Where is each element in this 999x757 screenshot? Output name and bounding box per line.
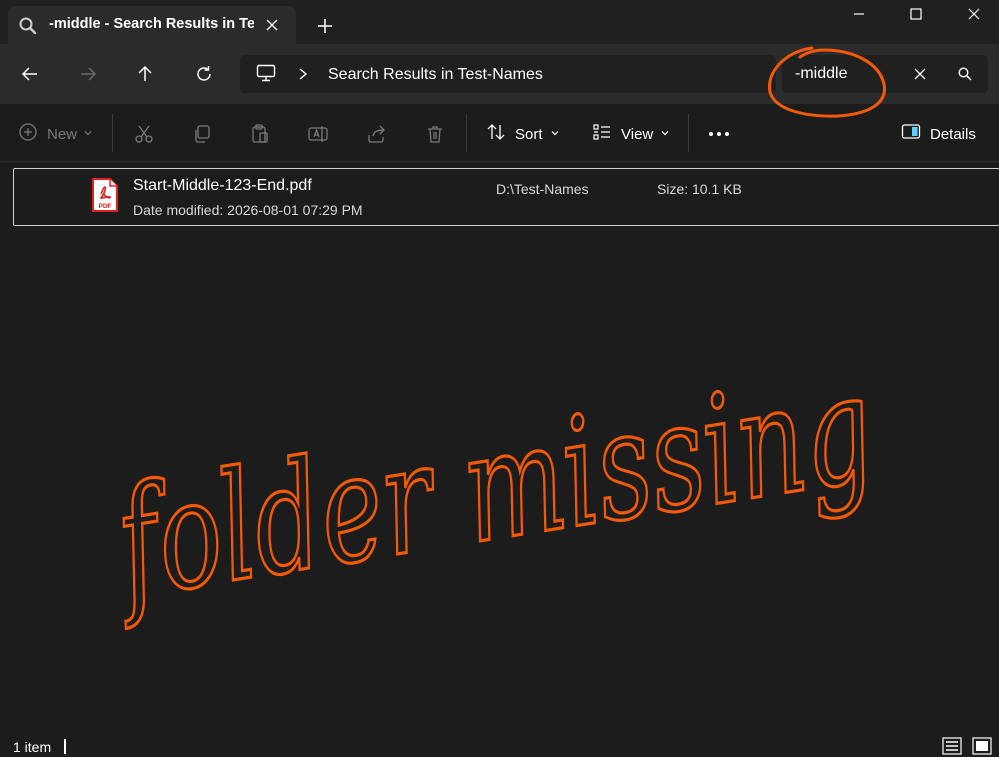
details-pane-icon xyxy=(901,123,921,146)
details-button[interactable]: Details xyxy=(901,122,976,146)
new-button-label: New xyxy=(47,125,78,143)
tab-search-results[interactable]: -middle - Search Results in Test-Names xyxy=(8,6,296,44)
sort-button-label: Sort xyxy=(515,125,543,143)
chevron-down-icon xyxy=(550,125,560,143)
file-row[interactable]: PDF Start-Middle-123-End.pdf Date modifi… xyxy=(13,168,999,226)
breadcrumb[interactable]: Search Results in Test-Names xyxy=(328,66,543,84)
refresh-icon[interactable] xyxy=(192,62,216,86)
delete-icon[interactable] xyxy=(424,122,446,146)
title-bar: -middle - Search Results in Test-Names xyxy=(0,0,999,50)
sort-button[interactable]: Sort xyxy=(486,122,560,146)
arrow-right-icon[interactable] xyxy=(76,62,100,86)
window-close-icon[interactable] xyxy=(963,3,985,25)
paste-icon[interactable] xyxy=(249,122,271,146)
minimize-icon[interactable] xyxy=(848,3,870,25)
item-count: 1 item xyxy=(13,739,52,755)
details-view-icon[interactable] xyxy=(942,737,962,755)
rename-icon[interactable] xyxy=(307,122,329,146)
maximize-icon[interactable] xyxy=(905,3,927,25)
tab-title: -middle - Search Results in Test-Names xyxy=(49,16,254,32)
arrow-left-icon[interactable] xyxy=(18,62,42,86)
new-button[interactable]: New xyxy=(18,122,93,146)
status-bar: 1 item xyxy=(0,735,999,757)
view-list-icon xyxy=(592,122,612,147)
file-name[interactable]: Start-Middle-123-End.pdf xyxy=(133,177,312,195)
clear-search-icon[interactable] xyxy=(912,66,928,82)
separator xyxy=(688,114,689,152)
command-bar: New Sort View Details xyxy=(0,104,999,162)
view-button[interactable]: View xyxy=(592,122,670,146)
copy-icon[interactable] xyxy=(191,122,213,146)
pdf-file-icon: PDF xyxy=(91,177,119,213)
address-bar[interactable]: Search Results in Test-Names xyxy=(240,55,776,93)
file-date-modified: Date modified: 2026-08-01 07:29 PM xyxy=(133,202,363,218)
plus-icon[interactable] xyxy=(314,15,336,37)
plus-circle-icon xyxy=(18,122,38,147)
search-box[interactable]: -middle xyxy=(782,55,988,93)
details-button-label: Details xyxy=(930,125,976,143)
file-location: D:\Test-Names xyxy=(496,181,589,197)
separator xyxy=(112,114,113,152)
navigation-bar: Search Results in Test-Names -middle xyxy=(0,44,999,104)
search-icon xyxy=(18,16,38,36)
more-options-icon[interactable] xyxy=(707,122,731,146)
search-input[interactable]: -middle xyxy=(795,65,847,83)
arrow-up-icon[interactable] xyxy=(133,62,157,86)
chevron-right-icon[interactable] xyxy=(297,67,309,81)
share-icon[interactable] xyxy=(366,122,388,146)
pdf-icon-label: PDF xyxy=(99,203,112,210)
computer-icon[interactable] xyxy=(256,64,276,82)
annotation-text: folder missing xyxy=(99,342,884,634)
separator xyxy=(466,114,467,152)
sort-icon xyxy=(486,122,506,147)
chevron-down-icon xyxy=(83,125,93,143)
tiles-view-icon[interactable] xyxy=(972,737,992,755)
search-icon[interactable] xyxy=(957,66,973,82)
status-separator xyxy=(64,739,66,754)
cut-icon[interactable] xyxy=(133,122,155,146)
file-size: Size: 10.1 KB xyxy=(657,181,742,197)
view-button-label: View xyxy=(621,125,654,143)
close-icon[interactable] xyxy=(261,14,283,36)
chevron-down-icon xyxy=(660,125,670,143)
